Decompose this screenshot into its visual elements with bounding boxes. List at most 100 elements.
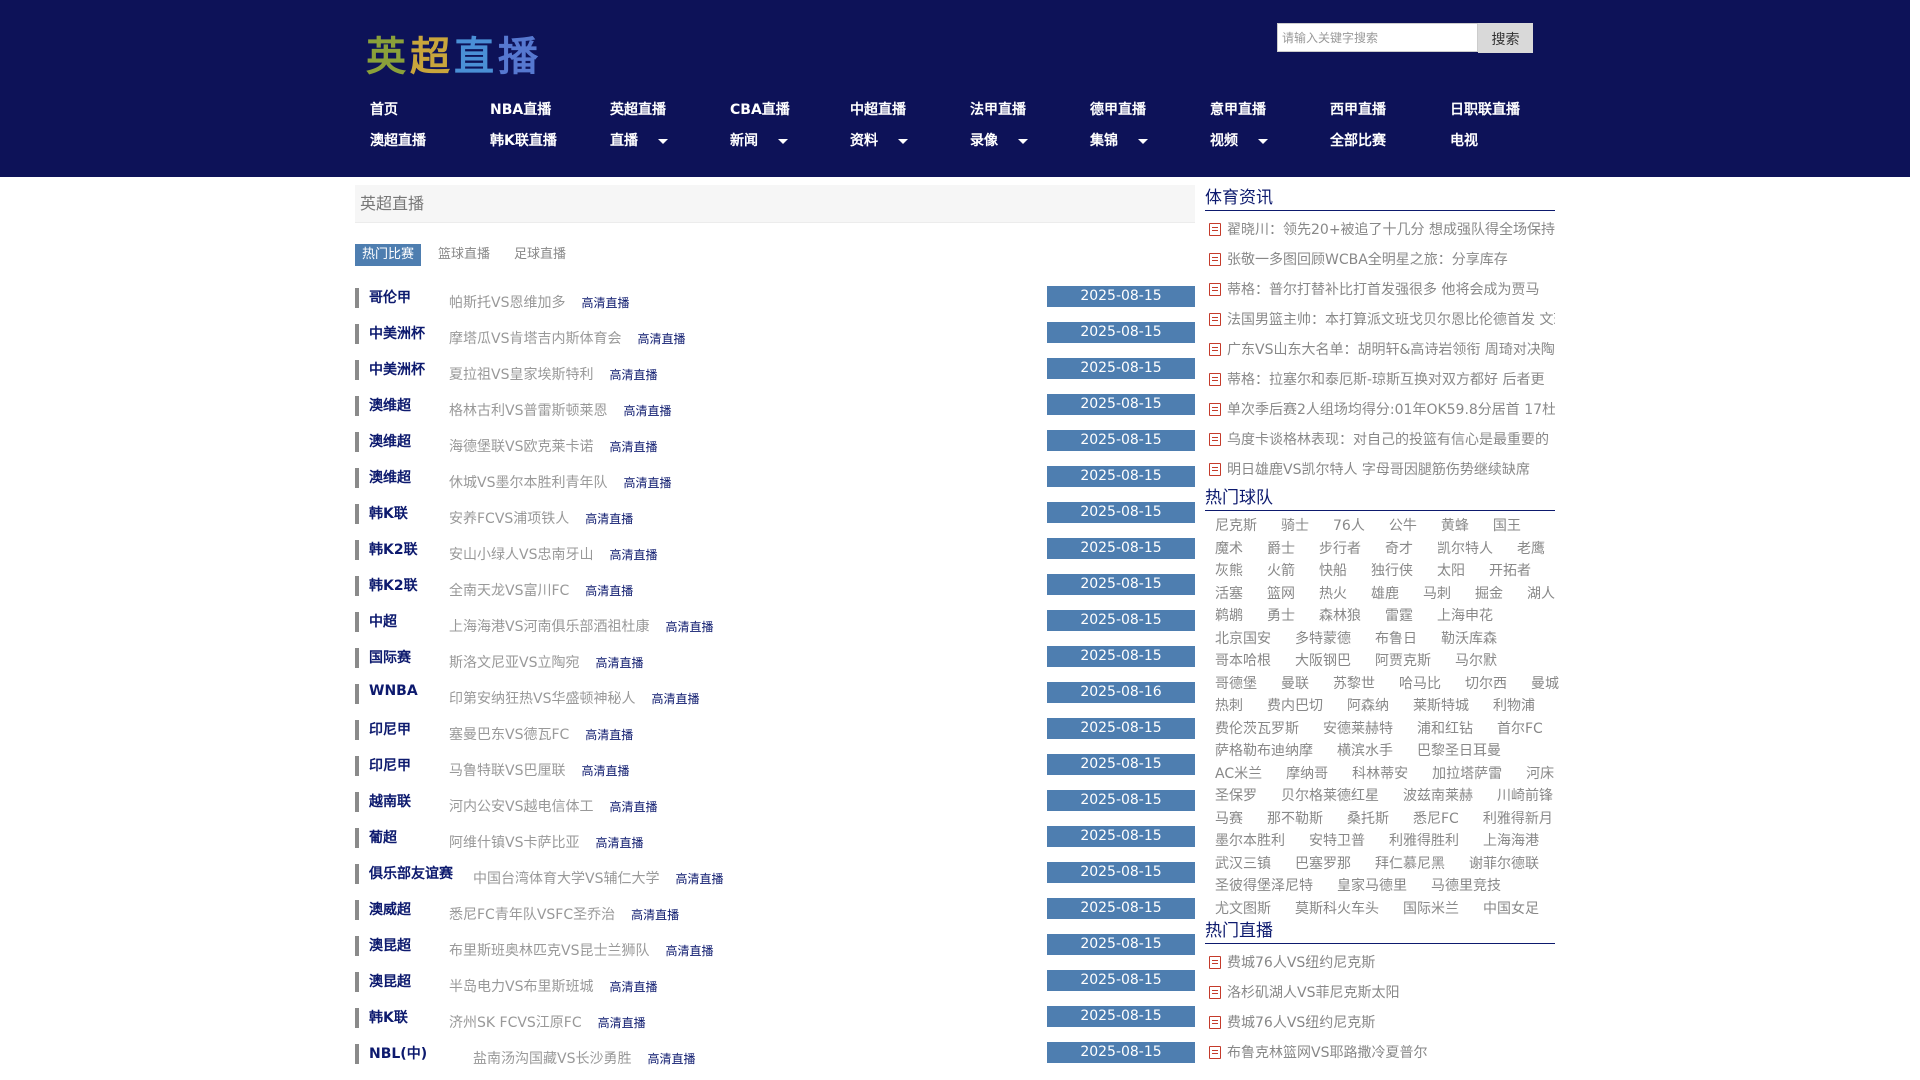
team-link[interactable]: 阿贾克斯 [1375, 653, 1431, 669]
live-link[interactable]: 高清直播 [585, 728, 633, 742]
league-name[interactable]: 澳维超 [369, 395, 411, 415]
team-link[interactable]: 利雅得胜利 [1389, 833, 1459, 849]
match-title[interactable]: 休城VS墨尔本胜利青年队 [449, 475, 607, 491]
team-link[interactable]: 巴黎圣日耳曼 [1417, 743, 1501, 759]
match-title[interactable]: 半岛电力VS布里斯班城 [449, 979, 593, 995]
league-name[interactable]: 印尼甲 [369, 719, 411, 739]
team-link[interactable]: 北京国安 [1215, 631, 1271, 647]
match-title[interactable]: 布里斯班奥林匹克VS昆士兰狮队 [449, 943, 649, 959]
team-link[interactable]: 曼城 [1531, 676, 1559, 692]
league-name[interactable]: 澳维超 [369, 431, 411, 451]
search-input[interactable]: 请输入关键字搜索 [1277, 23, 1478, 52]
live-link[interactable]: 高清直播 [581, 296, 629, 310]
live-link[interactable]: 高清直播 [609, 980, 657, 994]
match-title[interactable]: 夏拉祖VS皇家埃斯特利 [449, 367, 593, 383]
league-name[interactable]: 中美洲杯 [369, 359, 425, 379]
team-link[interactable]: 谢菲尔德联 [1469, 856, 1539, 872]
team-link[interactable]: 马刺 [1423, 586, 1451, 602]
team-link[interactable]: 公牛 [1389, 518, 1417, 534]
team-link[interactable]: 尼克斯 [1215, 518, 1257, 534]
live-link[interactable]: 高清直播 [665, 944, 713, 958]
team-link[interactable]: 莫斯科火车头 [1295, 901, 1379, 917]
team-link[interactable]: 开拓者 [1489, 563, 1531, 579]
match-title[interactable]: 中国台湾体育大学VS辅仁大学 [473, 871, 659, 887]
nav-link[interactable]: 全部比赛 [1330, 129, 1386, 153]
league-name[interactable]: 中美洲杯 [369, 323, 425, 343]
match-title[interactable]: 格林古利VS普雷斯顿莱恩 [449, 403, 607, 419]
team-link[interactable]: 热火 [1319, 586, 1347, 602]
league-name[interactable]: 越南联 [369, 791, 411, 811]
list-item[interactable]: 乌度卡谈格林表现：对自己的投篮有信心是最重要的 [1205, 425, 1555, 455]
live-link[interactable]: 高清直播 [647, 1052, 695, 1066]
team-link[interactable]: 勇士 [1267, 608, 1295, 624]
match-title[interactable]: 海德堡联VS欧克莱卡诺 [449, 439, 593, 455]
team-link[interactable]: 悉尼FC [1413, 811, 1459, 827]
league-name[interactable]: 中超 [369, 611, 397, 631]
team-link[interactable]: 摩纳哥 [1286, 766, 1328, 782]
team-link[interactable]: 安特卫普 [1309, 833, 1365, 849]
team-link[interactable]: 76人 [1333, 518, 1365, 534]
team-link[interactable]: 巴塞罗那 [1295, 856, 1351, 872]
team-link[interactable]: 太阳 [1437, 563, 1465, 579]
team-link[interactable]: 萨格勒布迪纳摩 [1215, 743, 1313, 759]
league-name[interactable]: NBL(中) [369, 1043, 427, 1063]
nav-dropdown[interactable]: 资料 [850, 129, 908, 153]
team-link[interactable]: 川崎前锋 [1497, 788, 1553, 804]
list-item[interactable]: 洛杉矶湖人VS菲尼克斯太阳 [1205, 978, 1555, 1008]
team-link[interactable]: 凯尔特人 [1437, 541, 1493, 557]
team-link[interactable]: 安德莱赫特 [1323, 721, 1393, 737]
team-link[interactable]: 布鲁日 [1375, 631, 1417, 647]
match-title[interactable]: 摩塔瓜VS肯塔吉内斯体育会 [449, 331, 621, 347]
team-link[interactable]: 火箭 [1267, 563, 1295, 579]
team-link[interactable]: 利物浦 [1493, 698, 1535, 714]
live-link[interactable]: 高清直播 [581, 764, 629, 778]
match-title[interactable]: 盐南汤沟国藏VS长沙勇胜 [473, 1051, 631, 1067]
nav-dropdown[interactable]: 直播 [610, 129, 668, 153]
list-item[interactable]: 单次季后赛2人组场均得分:01年OK59.8分居首 17杜 [1205, 395, 1555, 425]
nav-link[interactable]: 日职联直播 [1450, 98, 1520, 122]
nav-link[interactable]: 电视 [1450, 129, 1478, 153]
live-link[interactable]: 高清直播 [598, 1016, 646, 1030]
team-link[interactable]: 勒沃库森 [1441, 631, 1497, 647]
team-link[interactable]: 黄蜂 [1441, 518, 1469, 534]
league-name[interactable]: 韩K联 [369, 503, 408, 523]
match-title[interactable]: 上海海港VS河南俱乐部酒祖杜康 [449, 619, 649, 635]
list-item[interactable]: 张敬一多图回顾WCBA全明星之旅：分享库存 [1205, 245, 1555, 275]
match-title[interactable]: 阿维什镇VS卡萨比亚 [449, 835, 579, 851]
team-link[interactable]: 波兹南莱赫 [1403, 788, 1473, 804]
team-link[interactable]: 雷霆 [1385, 608, 1413, 624]
list-item[interactable]: 蒂格：普尔打替补比打首发强很多 他将会成为贾马 [1205, 275, 1555, 305]
tab-hot-matches[interactable]: 热门比赛 [355, 244, 422, 266]
list-item[interactable]: 法国男篮主帅：本打算派文班戈贝尔恩比伦德首发 文班 [1205, 305, 1555, 335]
team-link[interactable]: 上海申花 [1437, 608, 1493, 624]
team-link[interactable]: 爵士 [1267, 541, 1295, 557]
league-name[interactable]: 哥伦甲 [369, 287, 411, 307]
live-link[interactable]: 高清直播 [609, 548, 657, 562]
nav-link[interactable]: 韩K联直播 [490, 129, 557, 153]
league-name[interactable]: 韩K联 [369, 1007, 408, 1027]
team-link[interactable]: 马赛 [1215, 811, 1243, 827]
team-link[interactable]: 曼联 [1281, 676, 1309, 692]
league-name[interactable]: 韩K2联 [369, 575, 418, 595]
site-logo[interactable]: 英超直播 [366, 24, 542, 82]
team-link[interactable]: 浦和红钻 [1417, 721, 1473, 737]
nav-link[interactable]: 德甲直播 [1090, 98, 1146, 122]
team-link[interactable]: 老鹰 [1517, 541, 1545, 557]
team-link[interactable]: 切尔西 [1465, 676, 1507, 692]
nav-link[interactable]: 澳超直播 [370, 129, 426, 153]
tab-basketball-live[interactable]: 篮球直播 [431, 244, 497, 266]
team-link[interactable]: 费伦茨瓦罗斯 [1215, 721, 1299, 737]
live-link[interactable]: 高清直播 [623, 404, 671, 418]
team-link[interactable]: 森林狼 [1319, 608, 1361, 624]
league-name[interactable]: WNBA [369, 683, 418, 699]
tab-football-live[interactable]: 足球直播 [507, 244, 573, 266]
match-title[interactable]: 马鲁特联VS巴厘联 [449, 763, 565, 779]
team-link[interactable]: 苏黎世 [1333, 676, 1375, 692]
list-item[interactable]: 布鲁克林篮网VS耶路撒冷夏普尔 [1205, 1038, 1555, 1068]
nav-link[interactable]: 首页 [370, 98, 398, 122]
team-link[interactable]: 步行者 [1319, 541, 1361, 557]
team-link[interactable]: 热刺 [1215, 698, 1243, 714]
team-link[interactable]: 莱斯特城 [1413, 698, 1469, 714]
team-link[interactable]: 墨尔本胜利 [1215, 833, 1285, 849]
nav-dropdown[interactable]: 录像 [970, 129, 1028, 153]
